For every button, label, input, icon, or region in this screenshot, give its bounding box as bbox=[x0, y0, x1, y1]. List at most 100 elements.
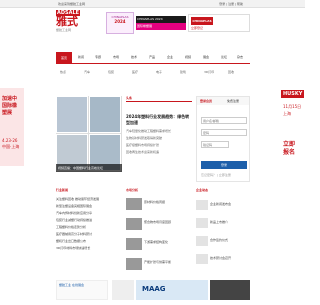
list-item[interactable]: 3D打印材料市场快速增长 bbox=[56, 245, 122, 252]
list-item[interactable]: 聚合物市场月度回顾 bbox=[144, 220, 190, 224]
bottom-ad-1[interactable]: 塑胶工业 在线展会 bbox=[56, 280, 108, 300]
list-item[interactable]: 塑机行业出口数据公布 bbox=[56, 238, 122, 245]
nav-item[interactable]: 论坛 bbox=[221, 55, 227, 59]
ad-right-line1: 11月15日 bbox=[283, 104, 302, 109]
news-headline[interactable]: 2024年塑料行业发展趋势：绿色转型加速 bbox=[126, 114, 192, 126]
promo-3-text: 立即登记 bbox=[191, 26, 204, 30]
promo-banner-3[interactable]: CHINAPLAS 立即登记 bbox=[188, 14, 250, 32]
nav-item[interactable]: 展会 bbox=[203, 55, 209, 59]
right-side-ad[interactable]: HUSKY 11月15日 上海 立即 报名 bbox=[279, 88, 305, 192]
subnav-item[interactable]: 包装 bbox=[108, 70, 114, 74]
captcha-field[interactable] bbox=[201, 141, 229, 148]
list-item[interactable]: 产能扩张与供需平衡 bbox=[144, 260, 190, 264]
nav-item[interactable]: 新闻 bbox=[78, 55, 84, 59]
nav-home[interactable]: 首页 bbox=[56, 52, 72, 64]
site-logo[interactable]: ADSALE 雅式 塑胶工业网 bbox=[56, 10, 104, 42]
promo-2-line1: CHINAPLAS 2024 bbox=[136, 16, 186, 23]
welcome-text: 欢迎来到塑胶工业网 bbox=[58, 2, 86, 6]
list-item[interactable]: 技术研讨会召开 bbox=[210, 256, 250, 260]
ad-left-line3: 塑展 bbox=[2, 110, 13, 116]
promo-3-logo: CHINAPLAS bbox=[191, 17, 213, 25]
list-item[interactable]: 合作签约仪式 bbox=[210, 238, 250, 242]
left-side-ad[interactable]: 加速中 国际橡 塑展 4.23-26 中国·上海 bbox=[0, 88, 24, 166]
list-item[interactable]: 新品上市推介 bbox=[210, 220, 250, 224]
news-item[interactable]: 汽车轻量化推动工程塑料需求增长 bbox=[126, 129, 192, 133]
nav-item[interactable]: 专题 bbox=[95, 55, 101, 59]
nav-item[interactable]: 市场 bbox=[113, 55, 119, 59]
list-item[interactable]: 医疗器械用高分子材料研讨 bbox=[56, 231, 122, 238]
bottom-ad-2[interactable] bbox=[112, 280, 134, 300]
subnav-item[interactable]: 3D打印 bbox=[204, 70, 214, 74]
logo-sub: 塑胶工业网 bbox=[56, 28, 72, 32]
login-panel: 登录会员 免费注册 登录 忘记密码？ | 立即注册 bbox=[196, 96, 250, 182]
login-button[interactable]: 登录 bbox=[201, 161, 247, 169]
subnav-item[interactable]: 回收 bbox=[228, 70, 234, 74]
list-item[interactable]: 汽车内饰材料创新应用分享 bbox=[56, 210, 122, 217]
ad-left-city: 中国·上海 bbox=[2, 144, 20, 149]
section-title-mid[interactable]: 市场分析 bbox=[126, 188, 138, 192]
list-item[interactable]: 关注塑料回收 推动循环经济发展 bbox=[56, 196, 122, 203]
subnav-item[interactable]: 热点 bbox=[60, 70, 66, 74]
maag-logo: MAAG bbox=[142, 285, 166, 293]
right-news-list: 企业新闻发布会 新品上市推介 合作签约仪式 技术研讨会召开 bbox=[196, 196, 250, 276]
promo-2-line2: 国际橡塑展 bbox=[136, 23, 186, 30]
news-item[interactable]: 回收再生技术迎来新机遇 bbox=[126, 150, 192, 154]
nav-item[interactable]: 技术 bbox=[131, 55, 137, 59]
password-field[interactable] bbox=[201, 129, 247, 136]
list-item[interactable]: 包装行业减塑行动持续推进 bbox=[56, 217, 122, 224]
bottom-ad-maag[interactable]: MAAG bbox=[136, 280, 208, 300]
thumbnail-image[interactable] bbox=[126, 198, 142, 210]
tab-login[interactable]: 登录会员 bbox=[200, 99, 212, 103]
nav-item[interactable]: 杂志 bbox=[237, 55, 243, 59]
ad-left-line1: 加速中 bbox=[2, 96, 18, 102]
company-icon[interactable] bbox=[196, 254, 208, 264]
list-item[interactable]: 原材料价格周报 bbox=[144, 200, 190, 204]
main-nav: 首页 新闻 专题 市场 技术 产品 企业 视频 展会 论坛 杂志 bbox=[56, 52, 250, 64]
company-icon[interactable] bbox=[196, 236, 208, 246]
tab-register[interactable]: 免费注册 bbox=[227, 99, 239, 103]
nav-item[interactable]: 企业 bbox=[167, 55, 173, 59]
news-item[interactable]: 医疗级塑料市场持续扩张 bbox=[126, 143, 192, 147]
nav-item[interactable]: 视频 bbox=[185, 55, 191, 59]
company-icon[interactable] bbox=[196, 200, 208, 210]
ad-left-line2: 国际橡 bbox=[2, 103, 18, 109]
list-item[interactable]: 企业新闻发布会 bbox=[210, 202, 250, 206]
subnav-item[interactable]: 医疗 bbox=[132, 70, 138, 74]
ad-right-line2: 上海 bbox=[283, 111, 291, 116]
header: ADSALE 雅式 塑胶工业网 CHINAPLAS 2024 CHINAPLAS… bbox=[56, 10, 250, 46]
sub-nav: 热点 汽车 包装 医疗 电子 建筑 3D打印 回收 bbox=[56, 68, 250, 86]
top-bar: 欢迎来到塑胶工业网 登录 | 注册 | 帮助 bbox=[0, 0, 305, 8]
mid-news-list: 原材料价格周报 聚合物市场月度回顾 下游需求结构变化 产能扩张与供需平衡 bbox=[126, 196, 192, 276]
promo-1-big: 2024 bbox=[114, 19, 126, 24]
section-title-right[interactable]: 企业动态 bbox=[196, 188, 208, 192]
news-item[interactable]: 生物基材料研发取得新突破 bbox=[126, 136, 192, 140]
promo-banner-2[interactable]: CHINAPLAS 2024 国际橡塑展 bbox=[136, 16, 186, 30]
video-player[interactable]: 视频直播：中国塑料行业高峰论坛 bbox=[56, 96, 122, 172]
left-news-list: 关注塑料回收 推动循环经济发展 新型注塑设备亮相国际展会 汽车内饰材料创新应用分… bbox=[56, 196, 122, 270]
news-section-title: 头条 bbox=[126, 96, 192, 102]
login-links[interactable]: 忘记密码？ | 立即注册 bbox=[201, 173, 231, 177]
video-tile bbox=[56, 96, 88, 133]
promo-banner-1[interactable]: CHINAPLAS 2024 bbox=[106, 12, 134, 34]
subnav-item[interactable]: 建筑 bbox=[180, 70, 186, 74]
thumbnail-image[interactable] bbox=[126, 218, 142, 230]
section-title-left[interactable]: 行业新闻 bbox=[56, 188, 68, 192]
list-item[interactable]: 工程塑料价格走势分析 bbox=[56, 224, 122, 231]
thumbnail-image[interactable] bbox=[126, 238, 142, 250]
headline-news: 头条 2024年塑料行业发展趋势：绿色转型加速 汽车轻量化推动工程塑料需求增长 … bbox=[126, 96, 192, 186]
thumbnail-image[interactable] bbox=[126, 258, 142, 270]
husky-logo: HUSKY bbox=[281, 90, 305, 98]
subnav-item[interactable]: 汽车 bbox=[84, 70, 90, 74]
username-field[interactable] bbox=[201, 117, 247, 124]
video-caption: 视频直播：中国塑料行业高峰论坛 bbox=[56, 164, 122, 172]
list-item[interactable]: 新型注塑设备亮相国际展会 bbox=[56, 203, 122, 210]
nav-item[interactable]: 产品 bbox=[149, 55, 155, 59]
logo-main: 雅式 bbox=[56, 15, 78, 28]
bottom-ad-4[interactable] bbox=[210, 280, 250, 300]
top-links[interactable]: 登录 | 注册 | 帮助 bbox=[219, 2, 243, 6]
subnav-item[interactable]: 电子 bbox=[156, 70, 162, 74]
ad-right-line4: 报名 bbox=[283, 149, 296, 156]
company-icon[interactable] bbox=[196, 218, 208, 228]
bottom-ad-strip: 塑胶工业 在线展会 MAAG bbox=[56, 280, 250, 302]
list-item[interactable]: 下游需求结构变化 bbox=[144, 240, 190, 244]
